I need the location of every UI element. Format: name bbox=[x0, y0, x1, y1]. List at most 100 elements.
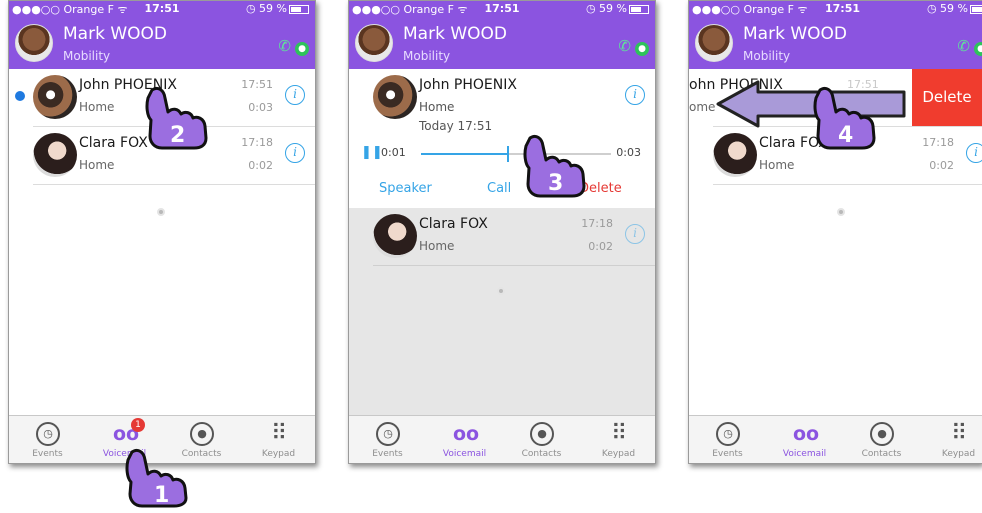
speaker-button[interactable]: Speaker bbox=[379, 181, 432, 196]
tab-voicemail[interactable]: oo Voicemail bbox=[766, 416, 843, 463]
playback-total: 0:03 bbox=[616, 146, 641, 159]
avatar bbox=[373, 214, 417, 258]
unread-dot bbox=[15, 91, 25, 101]
info-icon[interactable]: i bbox=[625, 224, 645, 244]
battery-icon bbox=[629, 4, 649, 14]
voicemail-icon: oo bbox=[793, 423, 820, 445]
pointing-hand-icon: 2 bbox=[145, 86, 208, 150]
battery-label: ◷ 59 % bbox=[585, 2, 627, 15]
battery-indicator: ◷ 59 % bbox=[927, 2, 982, 15]
playback-current: 0:01 bbox=[381, 146, 406, 159]
keypad-icon: ⠿ bbox=[950, 421, 968, 446]
tab-bar: ◷ Events oo Voicemail ● Contacts ⠿ Keypa… bbox=[689, 415, 982, 463]
loading-indicator bbox=[837, 208, 845, 216]
avatar bbox=[33, 133, 77, 177]
lock-icon: ● bbox=[974, 42, 982, 56]
phone-screen-3: ●●●○○ Orange F ᯤ 17:51 ◷ 59 % Mark WOOD … bbox=[688, 0, 982, 464]
tab-keypad[interactable]: ⠿ Keypad bbox=[920, 416, 982, 463]
info-icon[interactable]: i bbox=[285, 85, 305, 105]
battery-label: ◷ 59 % bbox=[926, 2, 968, 15]
avatar bbox=[713, 133, 757, 177]
avatar bbox=[33, 75, 77, 119]
tab-label: Contacts bbox=[861, 449, 902, 459]
call-button[interactable]: Call bbox=[487, 181, 511, 196]
keypad-icon: ⠿ bbox=[270, 421, 288, 446]
my-status: Mobility bbox=[403, 49, 451, 63]
tab-events[interactable]: ◷ Events bbox=[349, 416, 426, 463]
battery-icon bbox=[289, 4, 309, 14]
wifi-call-icon: ✆ bbox=[618, 37, 631, 55]
contacts-icon: ● bbox=[190, 422, 214, 446]
my-avatar[interactable] bbox=[15, 24, 53, 62]
lock-icon: ● bbox=[635, 42, 649, 56]
phone-screen-1: ●●●○○ Orange F ᯤ 17:51 ◷ 59 % Mark WOOD … bbox=[8, 0, 316, 464]
tab-label: Contacts bbox=[521, 449, 562, 459]
loading-indicator bbox=[497, 287, 505, 295]
caller-label: Home bbox=[419, 100, 455, 114]
tab-label: Voicemail bbox=[442, 449, 487, 459]
step-number: 4 bbox=[838, 123, 853, 148]
caller-label: Home bbox=[79, 100, 115, 114]
info-icon[interactable]: i bbox=[285, 143, 305, 163]
phone-screen-2: ●●●○○ Orange F ᯤ 17:51 ◷ 59 % Mark WOOD … bbox=[348, 0, 656, 464]
contacts-icon: ● bbox=[530, 422, 554, 446]
voicemail-duration: 0:02 bbox=[248, 159, 273, 172]
tab-label: Events bbox=[712, 449, 743, 459]
app-header: Mark WOOD Mobility ✆● bbox=[689, 18, 982, 69]
voicemail-icon: oo bbox=[453, 423, 480, 445]
voicemail-time: 17:18 bbox=[241, 136, 273, 149]
clock-icon: ◷ bbox=[36, 422, 60, 446]
info-icon[interactable]: i bbox=[966, 143, 982, 163]
voicemail-duration: 0:02 bbox=[929, 159, 954, 172]
header-status-icons: ✆● bbox=[278, 36, 309, 56]
pause-icon[interactable]: ❚❚ bbox=[361, 145, 383, 160]
battery-icon bbox=[970, 4, 982, 14]
caller-label: ome bbox=[689, 100, 716, 114]
status-bar: ●●●○○ Orange F ᯤ 17:51 ◷ 59 % bbox=[349, 1, 655, 18]
swipe-delete-button[interactable]: Delete bbox=[912, 69, 982, 126]
tab-contacts[interactable]: ● Contacts bbox=[843, 416, 920, 463]
keypad-icon: ⠿ bbox=[610, 421, 628, 446]
caller-label: Home bbox=[79, 158, 115, 172]
tab-events[interactable]: ◷ Events bbox=[9, 416, 86, 463]
caller-name: John PHOENIX bbox=[419, 77, 517, 93]
my-status: Mobility bbox=[743, 49, 791, 63]
pointing-hand-icon: 3 bbox=[523, 134, 586, 198]
my-avatar[interactable] bbox=[695, 24, 733, 62]
tab-label: Events bbox=[372, 449, 403, 459]
tab-voicemail[interactable]: oo Voicemail bbox=[426, 416, 503, 463]
loading-indicator bbox=[157, 208, 165, 216]
tab-keypad[interactable]: ⠿ Keypad bbox=[580, 416, 655, 463]
status-bar: ●●●○○ Orange F ᯤ 17:51 ◷ 59 % bbox=[689, 1, 982, 18]
clock-icon: ◷ bbox=[376, 422, 400, 446]
my-avatar[interactable] bbox=[355, 24, 393, 62]
voicemail-expanded-john[interactable]: John PHOENIX Home Today 17:51 i ❚❚ 0:01 … bbox=[349, 69, 655, 208]
tab-label: Events bbox=[32, 449, 63, 459]
header-status-icons: ✆● bbox=[957, 36, 982, 56]
tab-contacts[interactable]: ● Contacts bbox=[503, 416, 580, 463]
pointing-hand-icon: 1 bbox=[125, 448, 188, 508]
battery-label: ◷ 59 % bbox=[245, 2, 287, 15]
caller-label: Home bbox=[419, 239, 455, 253]
header-status-icons: ✆● bbox=[618, 36, 649, 56]
playback-progress bbox=[421, 153, 507, 155]
divider bbox=[33, 184, 315, 185]
battery-indicator: ◷ 59 % bbox=[586, 2, 649, 15]
voicemail-time: 17:18 bbox=[922, 136, 954, 149]
step-number: 1 bbox=[154, 483, 169, 508]
tab-events[interactable]: ◷ Events bbox=[689, 416, 766, 463]
wifi-call-icon: ✆ bbox=[957, 37, 970, 55]
tab-keypad[interactable]: ⠿ Keypad bbox=[240, 416, 315, 463]
voicemail-row-clara[interactable]: Clara FOX Home 17:18 0:02 i bbox=[349, 208, 655, 265]
status-bar: ●●●○○ Orange F ᯤ 17:51 ◷ 59 % bbox=[9, 1, 315, 18]
my-name: Mark WOOD bbox=[63, 24, 167, 44]
tab-label: Keypad bbox=[941, 449, 976, 459]
avatar bbox=[373, 75, 417, 119]
info-icon[interactable]: i bbox=[625, 85, 645, 105]
playback-handle[interactable] bbox=[506, 146, 509, 162]
step-number: 3 bbox=[548, 171, 563, 196]
step-number: 2 bbox=[170, 123, 185, 148]
wifi-call-icon: ✆ bbox=[278, 37, 291, 55]
tab-label: Keypad bbox=[261, 449, 296, 459]
caller-label: Home bbox=[759, 158, 795, 172]
